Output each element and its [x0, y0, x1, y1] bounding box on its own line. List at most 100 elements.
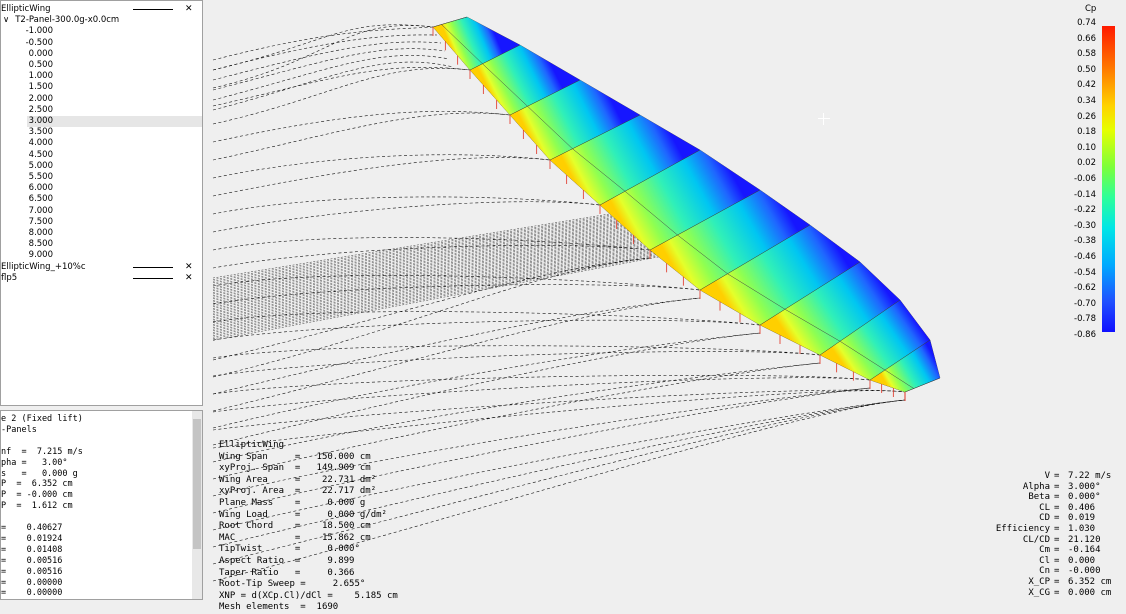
log-line: -Panels: [1, 424, 37, 435]
result-label: Cn: [1039, 566, 1050, 577]
wake-streamline: [212, 219, 666, 296]
result-equals: =: [1054, 524, 1060, 534]
log-line: = 0.01924: [1, 533, 63, 544]
result-label: X_CP: [1028, 577, 1050, 587]
result-equals: =: [1054, 513, 1060, 524]
streamline: [212, 68, 471, 125]
log-line: = 0.00516: [1, 555, 63, 566]
tree-item-label: 0.000: [28, 48, 53, 59]
wake-streamline: [212, 220, 666, 298]
tree-item-label: 3.000: [28, 116, 53, 126]
legend-tick-label: 0.74: [1077, 18, 1096, 28]
wake-streamline: [212, 243, 666, 327]
tree-item-opp[interactable]: 3.000: [27, 116, 202, 127]
tree-item-polar[interactable]: ∨ T2-Panel-300.0g-x0.0cm: [3, 15, 119, 26]
result-equals: =: [1054, 481, 1060, 492]
tree-item-object[interactable]: EllipticWing_+10%c: [1, 262, 86, 273]
wing-property-line: Wing Area = 22.731 dm²: [219, 474, 377, 485]
tree-item-opp[interactable]: 7.500: [1, 217, 53, 228]
tree-item-opp[interactable]: 2.500: [1, 105, 53, 116]
tree-item-opp[interactable]: -0.500: [1, 38, 53, 49]
result-label: Cm: [1039, 545, 1050, 556]
wake-streamline: [212, 215, 666, 292]
wing-property-line: TipTwist = 0.000°: [219, 544, 360, 555]
tree-item-opp[interactable]: 5.500: [1, 172, 53, 183]
wake-streamline: [212, 225, 666, 304]
tree-item-opp[interactable]: 7.000: [1, 206, 53, 217]
log-scrollbar[interactable]: [192, 411, 202, 599]
legend-tick-label: -0.30: [1074, 220, 1096, 231]
streamline: [212, 154, 551, 179]
tree-item-label: flp5: [1, 272, 18, 283]
tree-item-opp[interactable]: 5.000: [1, 161, 53, 172]
tree-item-opp[interactable]: 6.000: [1, 183, 53, 194]
tree-item-opp[interactable]: 8.000: [1, 228, 53, 239]
streamline: [212, 157, 551, 197]
wake-streamline: [212, 254, 666, 340]
streamline: [212, 48, 446, 91]
legend-tick-label: 0.42: [1077, 80, 1096, 91]
chevron-down-icon[interactable]: ∨: [3, 15, 9, 25]
wake-streamline: [212, 255, 666, 341]
result-label: Alpha: [1022, 481, 1050, 492]
tree-item-opp[interactable]: -1.000: [1, 26, 53, 37]
tree-item-opp[interactable]: 1.000: [1, 71, 53, 82]
wake-streamline: [212, 237, 666, 319]
streamline: [212, 319, 761, 341]
result-equals: =: [1054, 587, 1060, 598]
wing-property-line: Root Chord = 18.500 cm: [219, 521, 371, 532]
tree-item-object[interactable]: flp5: [1, 273, 17, 284]
result-label: V: [1044, 471, 1050, 481]
wake-streamline: [212, 238, 666, 320]
legend-tick-label: 0.10: [1077, 142, 1096, 153]
tree-item-label: 6.000: [28, 183, 53, 194]
tree-item-label: EllipticWing: [1, 4, 51, 14]
result-value: 1.030: [1068, 524, 1096, 534]
close-icon[interactable]: ✕: [185, 262, 193, 272]
wake-streamline: [212, 252, 666, 338]
wake-streamline: [212, 208, 666, 284]
tree-item-opp[interactable]: 3.500: [1, 127, 53, 138]
legend-tick-label: -0.86: [1074, 330, 1096, 340]
log-scrollbar-thumb[interactable]: [193, 419, 201, 549]
legend-tick-label: -0.46: [1074, 252, 1096, 262]
result-value: 0.000 cm: [1068, 587, 1112, 598]
wing-property-line: EllipticWing: [219, 440, 285, 450]
legend-tick-label: -0.78: [1074, 314, 1096, 325]
wing-property-line: Wing Load = 0.000 g/dm²: [219, 509, 387, 520]
object-tree-panel[interactable]: EllipticWing ✕ ∨ T2-Panel-300.0g-x0.0cm -1.0…: [0, 0, 203, 406]
tree-item-object[interactable]: EllipticWing: [1, 4, 51, 15]
tree-item-opp[interactable]: 4.000: [1, 138, 53, 149]
close-icon[interactable]: ✕: [185, 5, 193, 14]
tree-item-opp[interactable]: 8.500: [1, 239, 53, 250]
wake-streamline: [212, 235, 666, 317]
close-icon[interactable]: ✕: [185, 273, 193, 283]
wing-property-line: xyProj. Area = 22.717 dm²: [219, 486, 377, 497]
tree-item-opp[interactable]: 1.500: [1, 82, 53, 93]
tree-item-opp[interactable]: 2.000: [1, 94, 53, 105]
result-value: 0.000: [1068, 555, 1096, 566]
tree-item-opp[interactable]: 0.500: [1, 60, 53, 71]
streamline: [212, 34, 438, 71]
wake-streamline: [212, 216, 666, 293]
tree-item-label: -1.000: [25, 26, 53, 37]
log-line: P = 6.352 cm: [1, 479, 73, 490]
wake-streamline: [212, 222, 666, 301]
log-line: s = 0.000 g: [1, 468, 78, 479]
analysis-log-panel[interactable]: e 2 (Fixed lift) -Panels nf = 7.215 m/s pha…: [0, 410, 203, 600]
result-equals: =: [1054, 502, 1060, 513]
legend-tick-label: -0.62: [1074, 283, 1096, 294]
tree-item-opp[interactable]: 6.500: [1, 194, 53, 205]
wing-surface[interactable]: [432, 16, 941, 393]
tree-item-opp[interactable]: 0.000: [1, 49, 53, 60]
result-label: CD: [1039, 513, 1050, 524]
result-equals: =: [1054, 566, 1060, 577]
result-value: -0.164: [1068, 545, 1101, 556]
tree-item-opp[interactable]: 9.000: [1, 250, 53, 261]
tree-item-label: 4.500: [28, 149, 53, 160]
object-style-line: [133, 9, 173, 10]
log-line: = 0.40627: [1, 523, 63, 533]
streamline: [212, 332, 761, 429]
wake-streamline: [212, 221, 666, 300]
tree-item-opp[interactable]: 4.500: [1, 150, 53, 161]
